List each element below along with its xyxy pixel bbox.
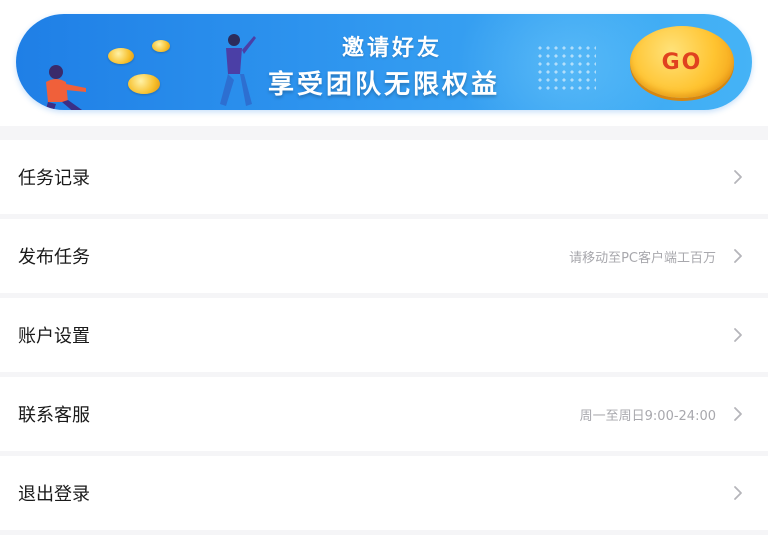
invite-banner-area: 邀请好友 享受团队无限权益 GO: [0, 0, 768, 126]
menu-item-publish-task[interactable]: 发布任务 请移动至PC客户端工百万: [0, 219, 768, 293]
go-button[interactable]: GO: [630, 26, 734, 98]
menu-item-contact-support[interactable]: 联系客服 周一至周日9:00-24:00: [0, 377, 768, 451]
menu-item-label: 退出登录: [18, 484, 90, 505]
menu-item-logout[interactable]: 退出登录: [0, 456, 768, 530]
menu-item-label: 账户设置: [18, 326, 90, 347]
chevron-right-icon: [734, 249, 742, 263]
chevron-right-icon: [734, 486, 742, 500]
invite-banner[interactable]: 邀请好友 享受团队无限权益 GO: [16, 14, 752, 110]
menu-item-hint: 周一至周日9:00-24:00: [579, 408, 716, 424]
chevron-right-icon: [734, 170, 742, 184]
chevron-right-icon: [734, 328, 742, 342]
menu-item-task-records[interactable]: 任务记录: [0, 140, 768, 214]
menu-list: 任务记录 发布任务 请移动至PC客户端工百万 账户设置 联系客服 周一至周日9:…: [0, 140, 768, 535]
menu-item-account-settings[interactable]: 账户设置: [0, 298, 768, 372]
chevron-right-icon: [734, 407, 742, 421]
menu-item-hint: 请移动至PC客户端工百万: [569, 250, 716, 266]
menu-item-label: 联系客服: [18, 405, 90, 426]
menu-item-label: 发布任务: [18, 247, 90, 268]
menu-item-label: 任务记录: [18, 168, 90, 189]
